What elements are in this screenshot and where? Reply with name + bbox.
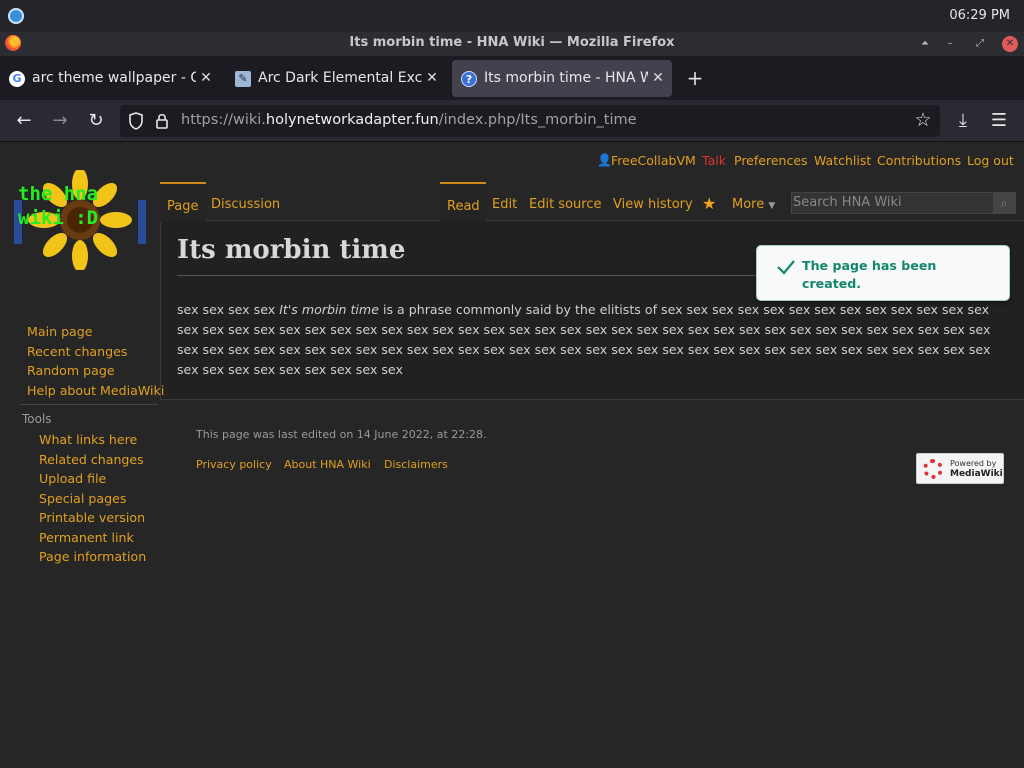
personal-talk-link[interactable]: Talk <box>702 153 726 168</box>
search-placeholder: Search HNA Wiki <box>793 195 902 210</box>
logo-text: the hna wiki :D <box>18 183 99 229</box>
tab-label: Its morbin time - HNA Wi <box>484 70 648 86</box>
tool-upload-file[interactable]: Upload file <box>39 471 106 486</box>
reload-icon[interactable]: ↻ <box>85 110 107 132</box>
wallpaper-site-icon: ✎ <box>235 71 251 87</box>
search-input[interactable]: Search HNA Wiki ⌕ <box>791 192 1016 214</box>
personal-logout-link[interactable]: Log out <box>967 153 1014 168</box>
google-icon: G <box>9 71 25 87</box>
success-notification[interactable]: The page has been created. <box>756 245 1010 301</box>
footer-last-edited: This page was last edited on 14 June 202… <box>196 428 487 441</box>
watch-star-icon[interactable]: ★ <box>702 182 716 222</box>
tool-printable-version[interactable]: Printable version <box>39 510 145 525</box>
tab-read[interactable]: Read <box>440 182 486 222</box>
user-icon: 👤 <box>597 153 612 167</box>
maximize-icon[interactable]: ⤢ <box>972 36 988 52</box>
checkmark-icon <box>777 260 795 275</box>
footer-privacy-link[interactable]: Privacy policy <box>196 458 272 471</box>
tab-arc-dark-elemental[interactable]: ✎ Arc Dark Elemental Exclu ✕ <box>226 60 446 97</box>
page-title: Its morbin time <box>177 235 406 265</box>
window-title-bar: Its morbin time - HNA Wiki — Mozilla Fir… <box>0 32 1024 56</box>
tab-its-morbin-time[interactable]: ? Its morbin time - HNA Wi ✕ <box>452 60 672 97</box>
forward-icon[interactable]: → <box>49 110 71 132</box>
tab-view-history[interactable]: View history <box>608 182 693 222</box>
app-menu-icon[interactable]: ☰ <box>988 110 1010 132</box>
url-bar[interactable]: https://wiki.holynetworkadapter.fun/inde… <box>120 105 940 137</box>
new-tab-icon[interactable]: + <box>684 64 706 92</box>
powered-line1: Powered by <box>950 459 997 468</box>
tool-special-pages[interactable]: Special pages <box>39 491 126 506</box>
sidebar-help[interactable]: Help about MediaWiki <box>27 383 164 398</box>
tool-page-information[interactable]: Page information <box>39 549 146 564</box>
bookmark-star-icon[interactable]: ☆ <box>912 109 934 131</box>
footer-disclaimers-link[interactable]: Disclaimers <box>384 458 448 471</box>
article-body: sex sex sex sex It's morbin time is a ph… <box>177 302 991 377</box>
close-tab-icon[interactable]: ✕ <box>650 60 666 97</box>
minimize-icon[interactable]: – <box>942 36 958 52</box>
mediawiki-flower-icon <box>923 459 943 479</box>
tab-page[interactable]: Page <box>160 182 206 222</box>
tools-heading: Tools <box>22 412 52 426</box>
footer-about-link[interactable]: About HNA Wiki <box>284 458 371 471</box>
keep-above-icon[interactable]: ⏶ <box>917 36 933 52</box>
clock: 06:29 PM <box>949 8 1010 23</box>
downloads-icon[interactable]: ⤓ <box>952 110 974 132</box>
wiki-logo[interactable]: the hna wiki :D <box>14 168 146 272</box>
more-dropdown[interactable]: More ▼ <box>732 182 775 222</box>
sidebar-recent-changes[interactable]: Recent changes <box>27 344 127 359</box>
notification-text: The page has been created. <box>802 258 937 291</box>
tab-edit[interactable]: Edit <box>486 182 517 222</box>
navigation-bar: ← → ↻ https://wiki.holynetworkadapter.fu… <box>0 100 1024 142</box>
personal-contributions-link[interactable]: Contributions <box>877 153 961 168</box>
tool-permanent-link[interactable]: Permanent link <box>39 530 134 545</box>
tool-what-links-here[interactable]: What links here <box>39 432 137 447</box>
sidebar-random-page[interactable]: Random page <box>27 363 115 378</box>
powered-by-mediawiki-badge[interactable]: Powered by MediaWiki <box>916 453 1004 484</box>
os-menu-icon[interactable] <box>8 8 24 24</box>
chevron-down-icon: ▼ <box>768 201 776 211</box>
close-tab-icon[interactable]: ✕ <box>424 60 440 97</box>
tool-related-changes[interactable]: Related changes <box>39 452 144 467</box>
tab-arc-wallpaper[interactable]: G arc theme wallpaper - Go ✕ <box>0 60 220 97</box>
personal-preferences-link[interactable]: Preferences <box>734 153 808 168</box>
tab-label: Arc Dark Elemental Exclu <box>258 70 422 86</box>
wiki-page: 👤 FreeCollabVM Talk Preferences Watchlis… <box>0 142 1024 768</box>
lock-icon[interactable] <box>155 112 169 130</box>
search-icon[interactable]: ⌕ <box>993 193 1015 213</box>
personal-watchlist-link[interactable]: Watchlist <box>814 153 871 168</box>
mediawiki-icon: ? <box>461 71 477 87</box>
close-tab-icon[interactable]: ✕ <box>198 60 214 97</box>
powered-line2: MediaWiki <box>950 469 1003 479</box>
shield-icon[interactable] <box>128 112 144 130</box>
personal-user-link[interactable]: FreeCollabVM <box>611 153 696 168</box>
tab-discussion[interactable]: Discussion <box>206 182 280 222</box>
window-title: Its morbin time - HNA Wiki — Mozilla Fir… <box>349 35 675 50</box>
url-text[interactable]: https://wiki.holynetworkadapter.fun/inde… <box>181 112 637 128</box>
sidebar-main-page[interactable]: Main page <box>27 324 93 339</box>
os-top-bar: 06:29 PM <box>0 0 1024 32</box>
back-icon[interactable]: ← <box>13 110 35 132</box>
tab-label: arc theme wallpaper - Go <box>32 70 196 86</box>
tab-edit-source[interactable]: Edit source <box>524 182 601 222</box>
sidebar-divider <box>20 404 158 405</box>
close-window-icon[interactable]: ✕ <box>1002 36 1018 52</box>
